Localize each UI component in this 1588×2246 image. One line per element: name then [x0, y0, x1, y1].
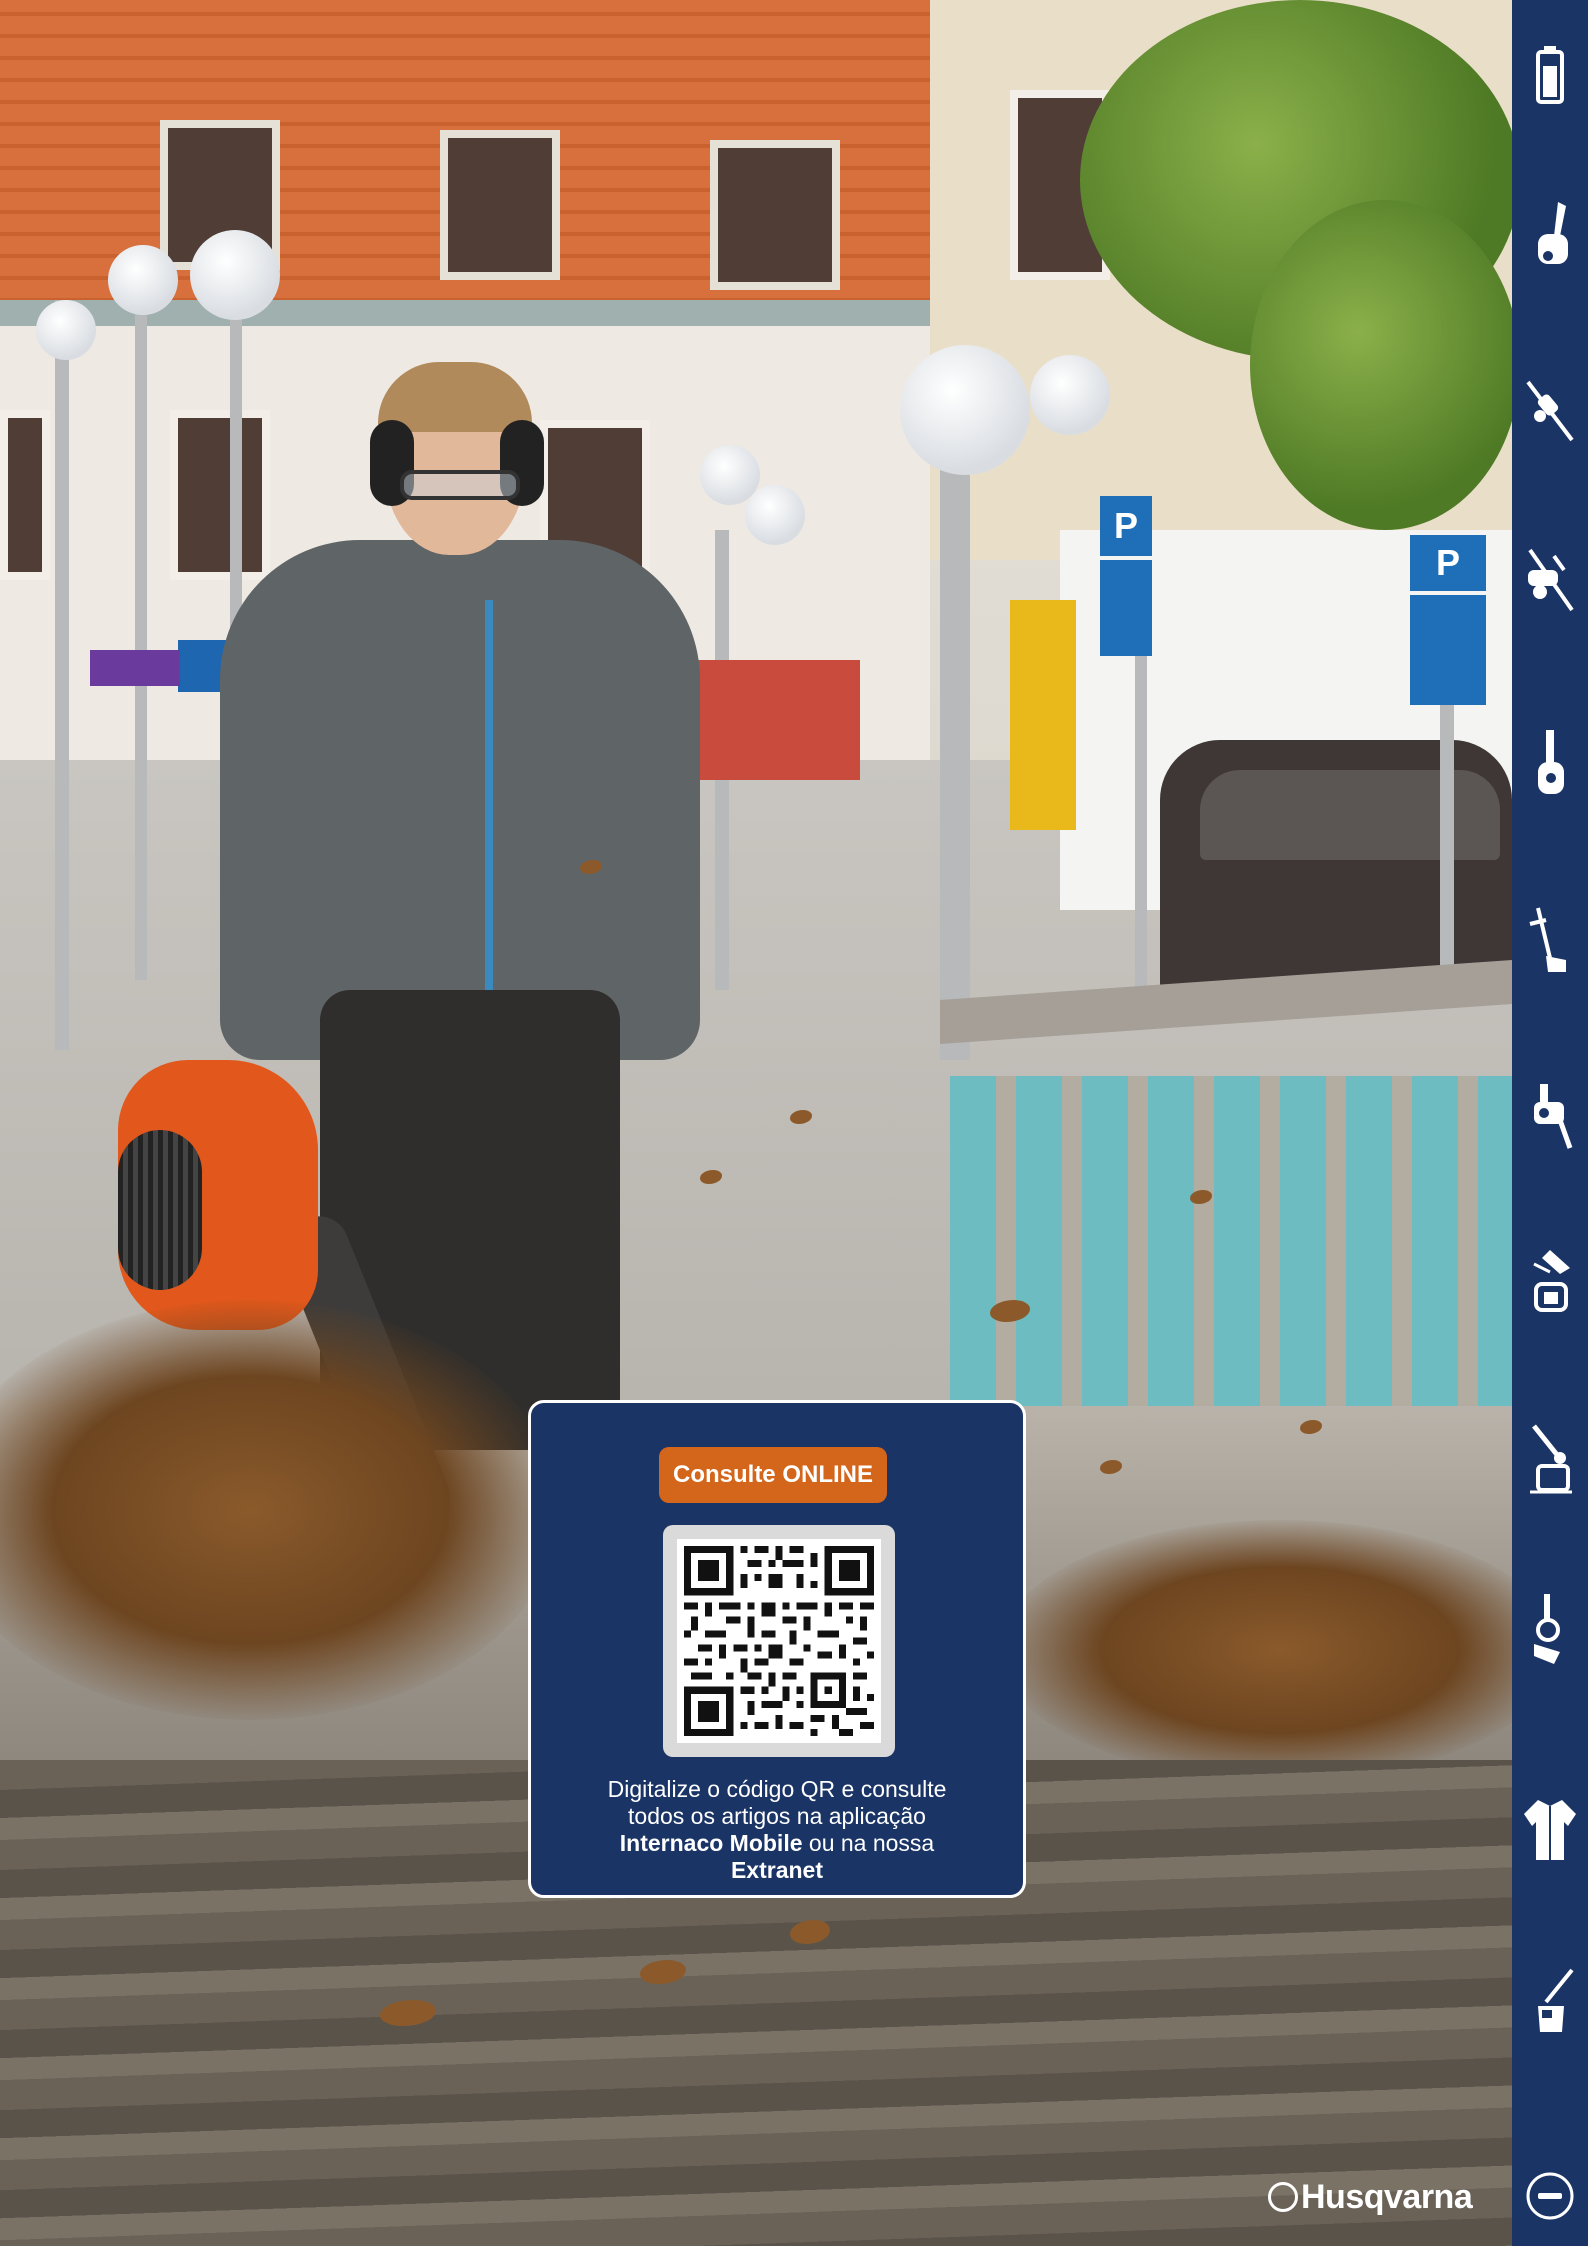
pole-saw-icon[interactable] — [1520, 370, 1580, 450]
bus-sign — [1010, 600, 1076, 830]
cleaning-icon[interactable] — [1520, 1590, 1580, 1670]
hedge-trimmer-icon[interactable] — [1520, 726, 1580, 806]
extranet-name: Extranet — [730, 1857, 824, 1883]
parking-sign-2: P — [1410, 535, 1486, 591]
consult-online-tag: Consulte ONLINE — [659, 1447, 887, 1503]
husqvarna-crown-icon — [1268, 2182, 1298, 2212]
blower-icon[interactable] — [1520, 1076, 1580, 1156]
background-photo: P P — [0, 0, 1512, 2246]
qr-info-card: Consulte ONLINE Digitalize o código QR e… — [528, 1400, 1026, 1898]
brand-logo: Husqvarna — [1268, 2178, 1473, 2217]
trimmer-icon[interactable] — [1520, 900, 1580, 980]
battery-icon[interactable] — [1520, 38, 1580, 118]
street-lamp — [190, 230, 280, 320]
sprayer-icon[interactable] — [1520, 1240, 1580, 1320]
app-name: Internaco Mobile — [619, 1830, 803, 1856]
safety-glasses — [400, 470, 520, 500]
railing — [940, 960, 1512, 1420]
qr-code-frame[interactable] — [663, 1525, 895, 1757]
grey-jacket — [220, 540, 700, 1060]
protective-clothing-icon[interactable] — [1520, 1790, 1580, 1870]
chainsaw-icon[interactable] — [1520, 196, 1580, 276]
brushcutter-icon[interactable] — [1520, 540, 1580, 620]
info-icon[interactable] — [1520, 2156, 1580, 2236]
qr-code[interactable] — [677, 1539, 881, 1743]
accessories-icon[interactable] — [1520, 1962, 1580, 2042]
edger-icon[interactable] — [1520, 1420, 1580, 1500]
parking-sign: P — [1100, 496, 1152, 556]
category-sidebar — [1512, 0, 1588, 2246]
qr-code-graphic — [677, 1539, 881, 1743]
qr-instructions: Digitalize o código QR e consulte todos … — [607, 1776, 947, 1883]
